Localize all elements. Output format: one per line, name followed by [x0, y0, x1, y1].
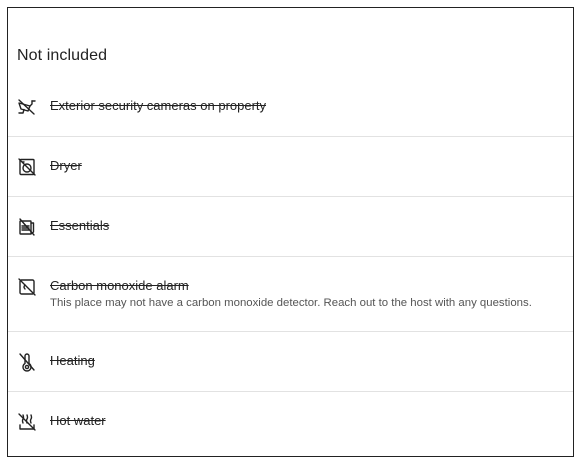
not-included-list: Exterior security cameras on property Dr… [8, 77, 573, 452]
section-title: Not included [17, 47, 108, 64]
item-label: Exterior security cameras on property [50, 98, 267, 113]
amenities-panel: Not included Exterior security cameras o… [7, 7, 574, 457]
no-dryer-icon [17, 157, 37, 177]
no-essentials-icon [17, 217, 37, 237]
list-item: Exterior security cameras on property [8, 77, 573, 137]
item-label: Heating [50, 353, 95, 368]
list-item: Dryer [8, 137, 573, 197]
list-item: Essentials [8, 197, 573, 257]
item-description: This place may not have a carbon monoxid… [50, 297, 532, 309]
list-item: Hot water [8, 392, 573, 452]
item-label: Essentials [50, 218, 110, 233]
list-item: Carbon monoxide alarm This place may not… [8, 257, 573, 332]
no-carbon-monoxide-alarm-icon [17, 277, 37, 297]
no-hot-water-icon [17, 412, 37, 432]
list-item: Heating [8, 332, 573, 392]
item-label: Dryer [50, 158, 82, 173]
item-label: Carbon monoxide alarm [50, 278, 189, 293]
no-security-camera-icon [17, 97, 37, 117]
item-label: Hot water [50, 413, 106, 428]
no-heating-icon [17, 352, 37, 372]
